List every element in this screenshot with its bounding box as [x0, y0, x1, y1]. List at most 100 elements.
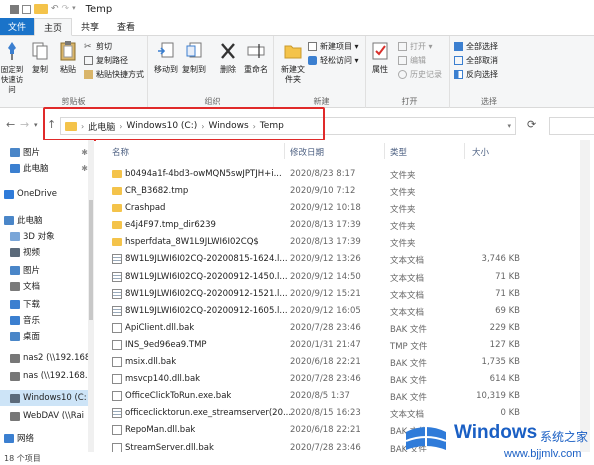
sidebar-item-icon: [4, 433, 14, 443]
file-icon: [112, 374, 122, 385]
column-divider[interactable]: [284, 143, 285, 159]
sidebar-item[interactable]: nas2 (\\192.168: [0, 350, 94, 366]
copy-to-button[interactable]: 复制到: [182, 40, 206, 75]
sidebar-item[interactable]: 此电脑 ✱: [0, 160, 94, 176]
sidebar-item[interactable]: 网络: [0, 430, 94, 446]
chevron-down-icon[interactable]: ▾: [34, 121, 38, 129]
table-row[interactable]: OfficeClickToRun.exe.bak 2020/8/5 1:37 BAK…: [96, 388, 526, 405]
folder-icon: [112, 238, 122, 247]
redo-icon[interactable]: ↷: [62, 4, 70, 14]
paste-label: 粘贴: [60, 65, 76, 74]
text-document-icon: [112, 305, 122, 316]
table-row[interactable]: 8W1L9JLWI6I02CQ-20200815-1624.l... 2020/9…: [96, 251, 526, 268]
breadcrumb-temp[interactable]: Temp: [260, 121, 284, 131]
properties-button[interactable]: 属性: [370, 40, 390, 75]
chevron-down-icon[interactable]: ▾: [507, 122, 511, 130]
move-to-button[interactable]: 移动到: [154, 40, 178, 75]
table-row[interactable]: b0494a1f-4bd3-owMQN5swJPTJH+i... 2020/8/2…: [96, 166, 526, 183]
column-date[interactable]: 修改日期: [290, 146, 324, 158]
sidebar-item[interactable]: 视频: [0, 244, 94, 260]
search-input[interactable]: [549, 117, 594, 135]
sidebar-item[interactable]: 图片 ✱: [0, 144, 94, 160]
up-arrow-icon[interactable]: ↑: [47, 118, 56, 131]
file-date: 2020/9/12 14:50: [290, 271, 361, 282]
file-date: 2020/9/12 16:05: [290, 305, 361, 316]
select-none-button[interactable]: 全部取消: [454, 55, 498, 66]
sidebar-item[interactable]: 图片: [0, 262, 94, 278]
column-divider[interactable]: [384, 143, 385, 159]
open-button[interactable]: 打开 ▾: [398, 41, 433, 52]
column-divider[interactable]: [464, 143, 465, 159]
breadcrumb-separator[interactable]: ›: [81, 122, 84, 131]
breadcrumb-separator[interactable]: ›: [253, 122, 256, 131]
new-item-button[interactable]: 新建项目 ▾: [308, 41, 359, 52]
refresh-icon[interactable]: ⟳: [527, 118, 536, 131]
sidebar-item[interactable]: nas (\\192.168.: [0, 368, 94, 384]
column-type[interactable]: 类型: [390, 146, 407, 158]
sidebar-item[interactable]: 音乐: [0, 312, 94, 328]
watermark-url: www.bjjmlv.com: [504, 448, 582, 460]
table-row[interactable]: hsperfdata_8W1L9JLWI6I02CQ$ 2020/8/13 17:…: [96, 234, 526, 251]
breadcrumb-drive-c[interactable]: Windows10 (C:): [126, 121, 197, 131]
edit-button[interactable]: 编辑: [398, 55, 426, 66]
paste-shortcut-button[interactable]: 粘贴快捷方式: [84, 69, 144, 80]
sidebar-item[interactable]: OneDrive: [0, 186, 94, 202]
undo-icon[interactable]: ↶: [51, 4, 59, 14]
copy-button[interactable]: 复制: [30, 40, 50, 75]
sidebar-item[interactable]: 3D 对象: [0, 228, 94, 244]
tab-share[interactable]: 共享: [72, 18, 108, 35]
copy-path-button[interactable]: 复制路径: [84, 55, 128, 66]
sidebar-item[interactable]: 桌面: [0, 328, 94, 344]
table-row[interactable]: CR_B3682.tmp 2020/9/10 7:12 文件夹: [96, 183, 526, 200]
column-size[interactable]: 大小: [472, 146, 489, 158]
paste-button[interactable]: 粘贴: [58, 40, 78, 75]
back-arrow-icon[interactable]: ←: [6, 118, 15, 131]
address-bar[interactable]: › 此电脑 › Windows10 (C:) › Windows › Temp …: [60, 117, 516, 135]
table-row[interactable]: 8W1L9JLWI6I02CQ-20200912-1521.l... 2020/9…: [96, 286, 526, 303]
sidebar-scrollbar[interactable]: [88, 140, 94, 452]
history-button[interactable]: 历史记录: [398, 69, 442, 80]
scrollbar-thumb[interactable]: [89, 200, 93, 320]
new-item-icon: [308, 42, 317, 51]
sidebar-item[interactable]: 文档: [0, 278, 94, 294]
new-folder-button[interactable]: 新建文件夹: [280, 40, 306, 85]
easy-access-button[interactable]: 轻松访问 ▾: [308, 55, 359, 66]
file-list-scrollbar[interactable]: [580, 140, 590, 452]
folder-icon[interactable]: [34, 4, 48, 14]
sidebar-item[interactable]: Windows10 (C:: [0, 390, 94, 406]
checkmark-icon[interactable]: [22, 4, 31, 14]
rename-button[interactable]: 重命名: [244, 40, 268, 75]
sidebar-item[interactable]: 下载: [0, 296, 94, 312]
sidebar-item[interactable]: 此电脑: [0, 212, 94, 228]
breadcrumb-this-pc[interactable]: 此电脑: [88, 120, 115, 133]
table-row[interactable]: Crashpad 2020/9/12 10:18 文件夹: [96, 200, 526, 217]
column-name[interactable]: 名称: [112, 146, 129, 158]
chevron-down-icon[interactable]: ▾: [72, 4, 76, 14]
table-row[interactable]: msvcp140.dll.bak 2020/7/28 23:46 BAK 文件 614…: [96, 371, 526, 388]
table-row[interactable]: ApiClient.dll.bak 2020/7/28 23:46 BAK 文件 22…: [96, 320, 526, 337]
tab-file[interactable]: 文件: [0, 18, 35, 35]
cut-button[interactable]: ✂ 剪切: [84, 41, 112, 52]
sidebar-item-icon: [4, 215, 14, 225]
table-row[interactable]: msix.dll.bak 2020/6/18 22:21 BAK 文件 1,735 K…: [96, 354, 526, 371]
table-row[interactable]: e4j4F97.tmp_dir6239 2020/8/13 17:39 文件夹: [96, 217, 526, 234]
tab-view[interactable]: 查看: [108, 18, 144, 35]
sidebar-item[interactable]: WebDAV (\\Rai: [0, 408, 94, 424]
group-organize: 移动到 复制到 删除 重命名 组织: [152, 36, 274, 108]
tab-home[interactable]: 主页: [34, 18, 73, 36]
forward-arrow-icon[interactable]: →: [20, 118, 29, 131]
save-icon[interactable]: [10, 4, 19, 14]
pin-quick-access-button[interactable]: 固定到快速访问: [0, 40, 26, 95]
select-all-button[interactable]: 全部选择: [454, 41, 498, 52]
invert-selection-button[interactable]: 反向选择: [454, 69, 498, 80]
table-row[interactable]: 8W1L9JLWI6I02CQ-20200912-1605.l... 2020/9…: [96, 303, 526, 320]
table-row[interactable]: INS_9ed96ea9.TMP 2020/1/31 21:47 TMP 文件 127…: [96, 337, 526, 354]
sidebar-item-label: 图片: [23, 266, 41, 276]
file-size: 229 KB: [489, 322, 520, 333]
breadcrumb-separator[interactable]: ›: [201, 122, 204, 131]
delete-button[interactable]: 删除: [218, 40, 238, 75]
breadcrumb-windows[interactable]: Windows: [208, 121, 248, 131]
table-row[interactable]: 8W1L9JLWI6I02CQ-20200912-1450.l... 2020/9…: [96, 269, 526, 286]
breadcrumb-separator[interactable]: ›: [119, 122, 122, 131]
quick-access-toolbar: ↶ ↷ ▾: [0, 4, 76, 14]
